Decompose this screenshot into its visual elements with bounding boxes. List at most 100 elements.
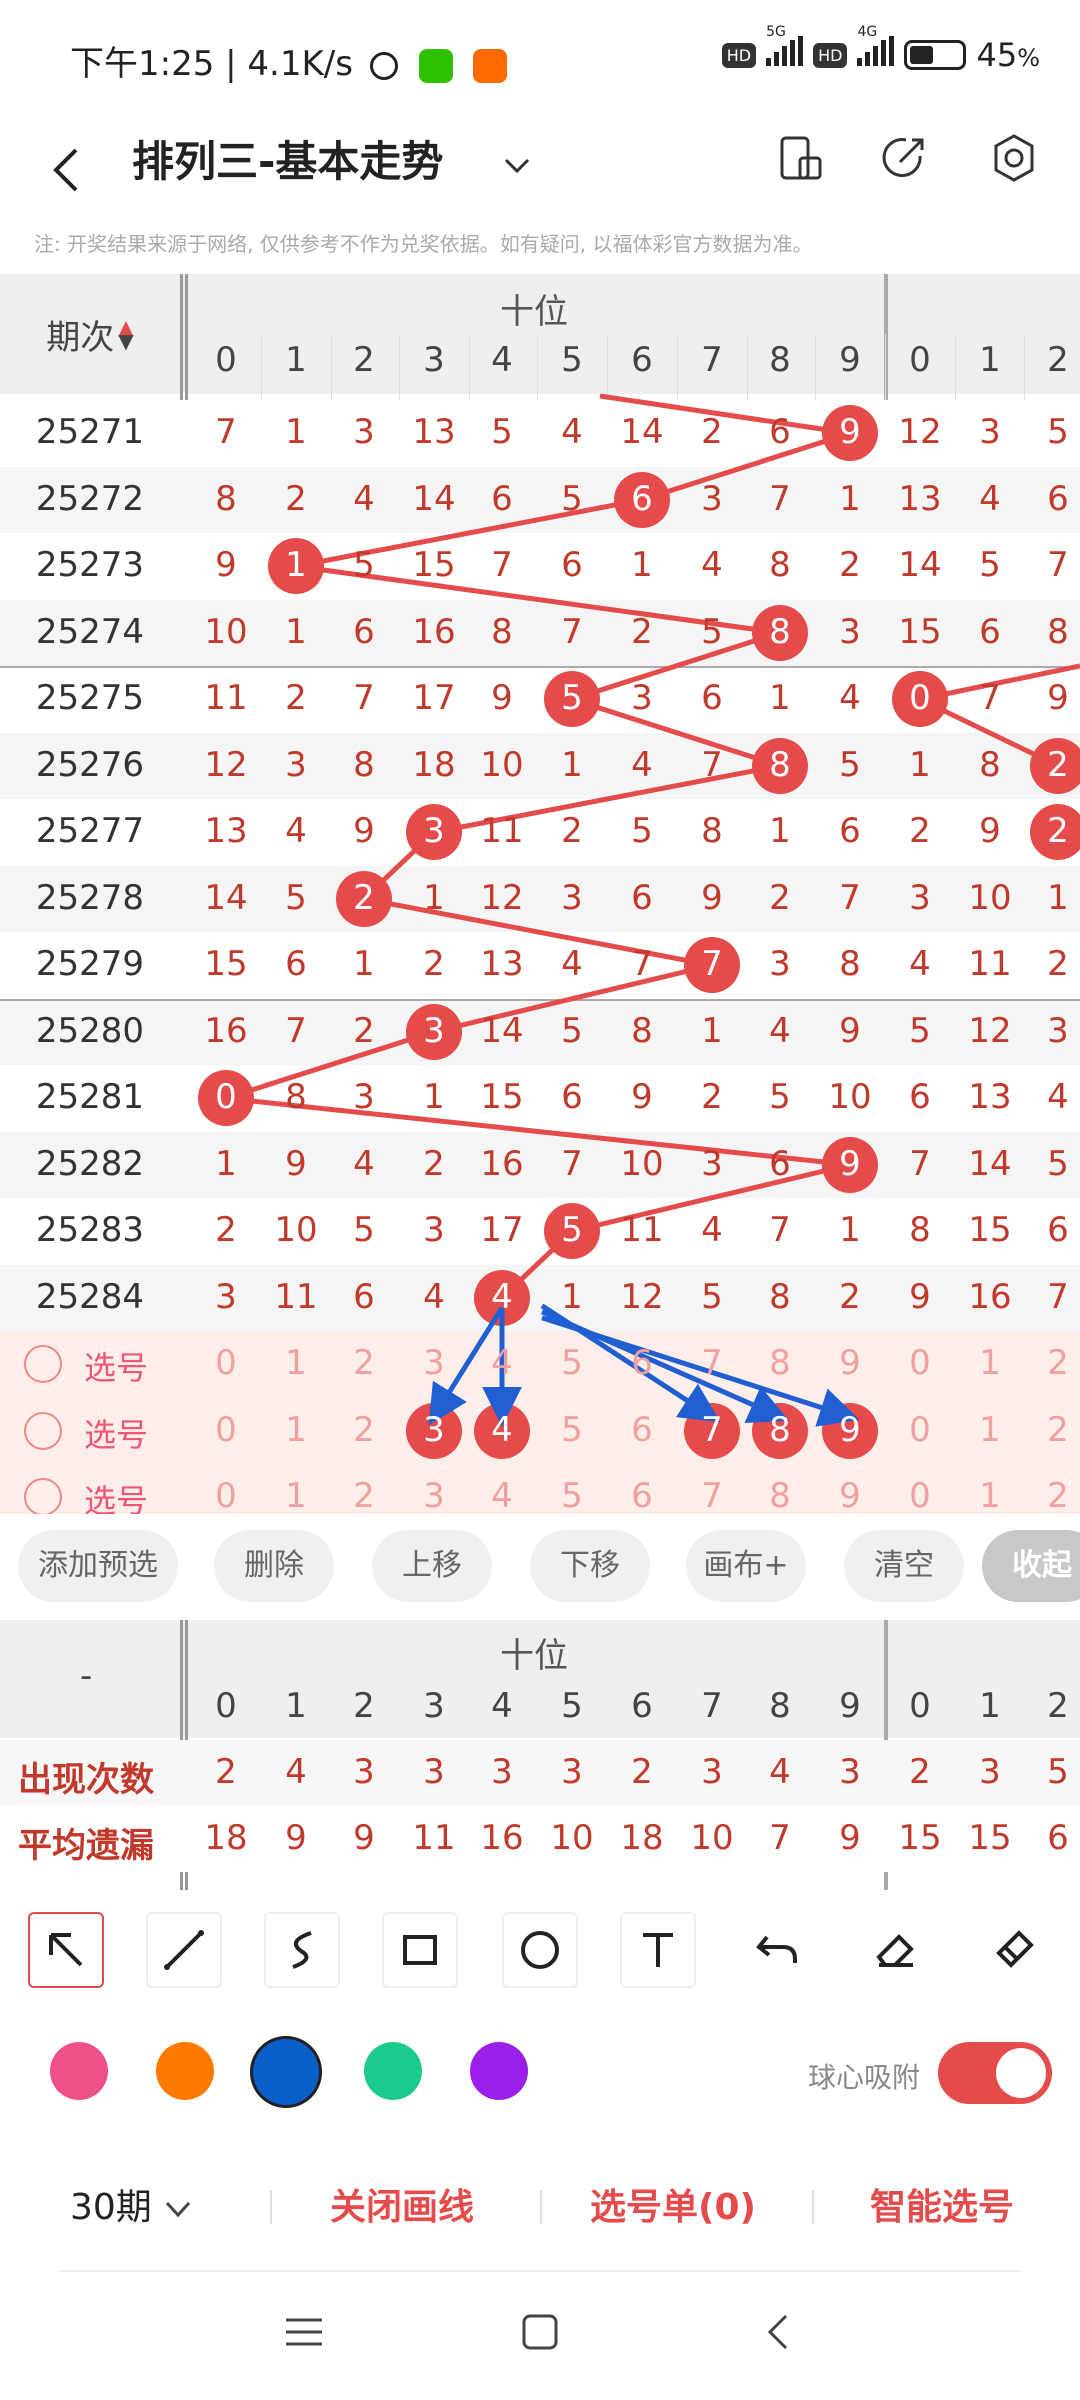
- select-cell[interactable]: 3: [402, 1476, 466, 1514]
- select-cell[interactable]: 9: [818, 1476, 882, 1514]
- trend-cell: 1: [839, 1210, 861, 1250]
- select-cell[interactable]: 3: [402, 1410, 466, 1450]
- select-cell[interactable]: 6: [610, 1343, 674, 1383]
- trend-cell: 14: [412, 478, 456, 519]
- trend-cell-second: 12: [968, 1010, 1012, 1051]
- clear-brush-icon[interactable]: [976, 1912, 1052, 1988]
- trend-cell: 8: [769, 611, 791, 652]
- select-cell[interactable]: 6: [610, 1476, 674, 1514]
- trend-cell: 2: [285, 478, 307, 519]
- share-icon[interactable]: [876, 130, 932, 186]
- text-icon[interactable]: [620, 1912, 696, 1988]
- status-right: HD 5G HD 4G 45%: [721, 24, 1040, 74]
- trend-cell: 4: [561, 412, 583, 452]
- select-cell[interactable]: 4: [470, 1476, 534, 1514]
- color-swatch-orange[interactable]: [156, 2042, 214, 2100]
- trend-cell: 9: [491, 678, 513, 718]
- select-cell[interactable]: 1: [264, 1476, 328, 1514]
- trend-cell: 8: [285, 1077, 307, 1117]
- select-cell[interactable]: 2: [332, 1476, 396, 1514]
- back-arrow-icon[interactable]: [48, 146, 88, 194]
- color-swatch-pink[interactable]: [50, 2042, 108, 2100]
- select-cell[interactable]: 2: [332, 1410, 396, 1450]
- trend-cell: 1: [353, 944, 375, 984]
- page-title[interactable]: 排列三-基本走势: [132, 128, 443, 189]
- select-cell[interactable]: 1: [264, 1343, 328, 1383]
- select-cell[interactable]: 7: [680, 1410, 744, 1450]
- select-cell[interactable]: 7: [680, 1343, 744, 1383]
- curve-icon[interactable]: [264, 1912, 340, 1988]
- menu-icon[interactable]: [282, 2310, 326, 2354]
- select-arrow-icon[interactable]: [28, 1912, 104, 1988]
- move-down-button[interactable]: 下移: [530, 1530, 650, 1602]
- select-cell[interactable]: 8: [748, 1476, 812, 1514]
- trend-cell: 1: [423, 877, 445, 918]
- eraser-icon[interactable]: [858, 1912, 934, 1988]
- battery-unit: %: [1017, 44, 1040, 72]
- trend-cell: 6: [701, 678, 723, 718]
- select-cell[interactable]: 5: [540, 1410, 604, 1450]
- stats-cell: 9: [839, 1818, 861, 1858]
- select-cell[interactable]: 8: [748, 1410, 812, 1450]
- select-cell[interactable]: 0: [194, 1410, 258, 1450]
- stats-cell: 3: [353, 1752, 375, 1792]
- select-cell[interactable]: 4: [470, 1343, 534, 1383]
- circle-icon[interactable]: [502, 1912, 578, 1988]
- trend-cell: 5: [561, 678, 583, 718]
- settings-icon[interactable]: [986, 130, 1042, 186]
- smart-select-button[interactable]: 智能选号: [870, 2178, 1014, 2230]
- select-cell[interactable]: 8: [748, 1343, 812, 1383]
- select-cell[interactable]: 1: [264, 1410, 328, 1450]
- select-cell[interactable]: 0: [194, 1476, 258, 1514]
- device-rotate-icon[interactable]: [772, 130, 828, 186]
- stats-digit-header-second: 0: [909, 1686, 931, 1726]
- select-cell[interactable]: 0: [194, 1343, 258, 1383]
- trend-cell: 12: [204, 744, 248, 785]
- select-cell[interactable]: 5: [540, 1476, 604, 1514]
- trend-cell: 5: [769, 1077, 791, 1117]
- undo-icon[interactable]: [738, 1912, 814, 1988]
- canvas-plus-button[interactable]: 画布+: [686, 1530, 806, 1602]
- add-preselect-button[interactable]: 添加预选: [18, 1530, 178, 1602]
- back-nav-icon[interactable]: [756, 2310, 800, 2354]
- select-list-button[interactable]: 选号单(0): [590, 2178, 756, 2230]
- select-cell[interactable]: 5: [540, 1343, 604, 1383]
- move-up-button[interactable]: 上移: [372, 1530, 492, 1602]
- trend-cell: 1: [215, 1143, 237, 1184]
- status-bar: 下午1:25 | 4.1K/s HD 5G HD 4G 45%: [0, 0, 1080, 110]
- snap-toggle[interactable]: [938, 2042, 1052, 2104]
- home-icon[interactable]: [518, 2310, 562, 2354]
- clear-button[interactable]: 清空: [844, 1530, 964, 1602]
- delete-button[interactable]: 删除: [214, 1530, 334, 1602]
- select-cell[interactable]: 7: [680, 1476, 744, 1514]
- trend-cell: 10: [480, 744, 524, 785]
- trend-cell-second: 14: [898, 545, 942, 585]
- color-swatch-green[interactable]: [364, 2042, 422, 2100]
- color-swatch-blue[interactable]: [250, 2036, 322, 2108]
- trend-cell: 12: [620, 1276, 664, 1317]
- trend-cell-second: 2: [1047, 811, 1069, 851]
- select-cell[interactable]: 2: [332, 1343, 396, 1383]
- select-cell[interactable]: 3: [402, 1343, 466, 1383]
- chevron-down-icon[interactable]: [500, 148, 534, 182]
- trend-cell: 4: [631, 744, 653, 785]
- stats-cell-second: 3: [979, 1752, 1001, 1792]
- trend-cell-second: 7: [1047, 1276, 1069, 1317]
- close-lines-button[interactable]: 关闭画线: [330, 2178, 474, 2230]
- select-cell[interactable]: 9: [818, 1343, 882, 1383]
- trend-cell-second: 2: [1047, 944, 1069, 984]
- trend-cell: 15: [480, 1077, 524, 1117]
- period-selector[interactable]: 30期: [70, 2178, 193, 2230]
- trend-cell: 1: [285, 611, 307, 652]
- trend-cell-second: 3: [909, 877, 931, 918]
- trend-cell: 3: [701, 478, 723, 519]
- divider: [540, 2190, 542, 2224]
- select-cell[interactable]: 9: [818, 1410, 882, 1450]
- select-cell[interactable]: 4: [470, 1410, 534, 1450]
- collapse-button[interactable]: 收起: [982, 1530, 1080, 1602]
- trend-cell: 2: [353, 1010, 375, 1051]
- color-swatch-purple[interactable]: [470, 2042, 528, 2100]
- select-cell[interactable]: 6: [610, 1410, 674, 1450]
- rectangle-icon[interactable]: [382, 1912, 458, 1988]
- line-icon[interactable]: [146, 1912, 222, 1988]
